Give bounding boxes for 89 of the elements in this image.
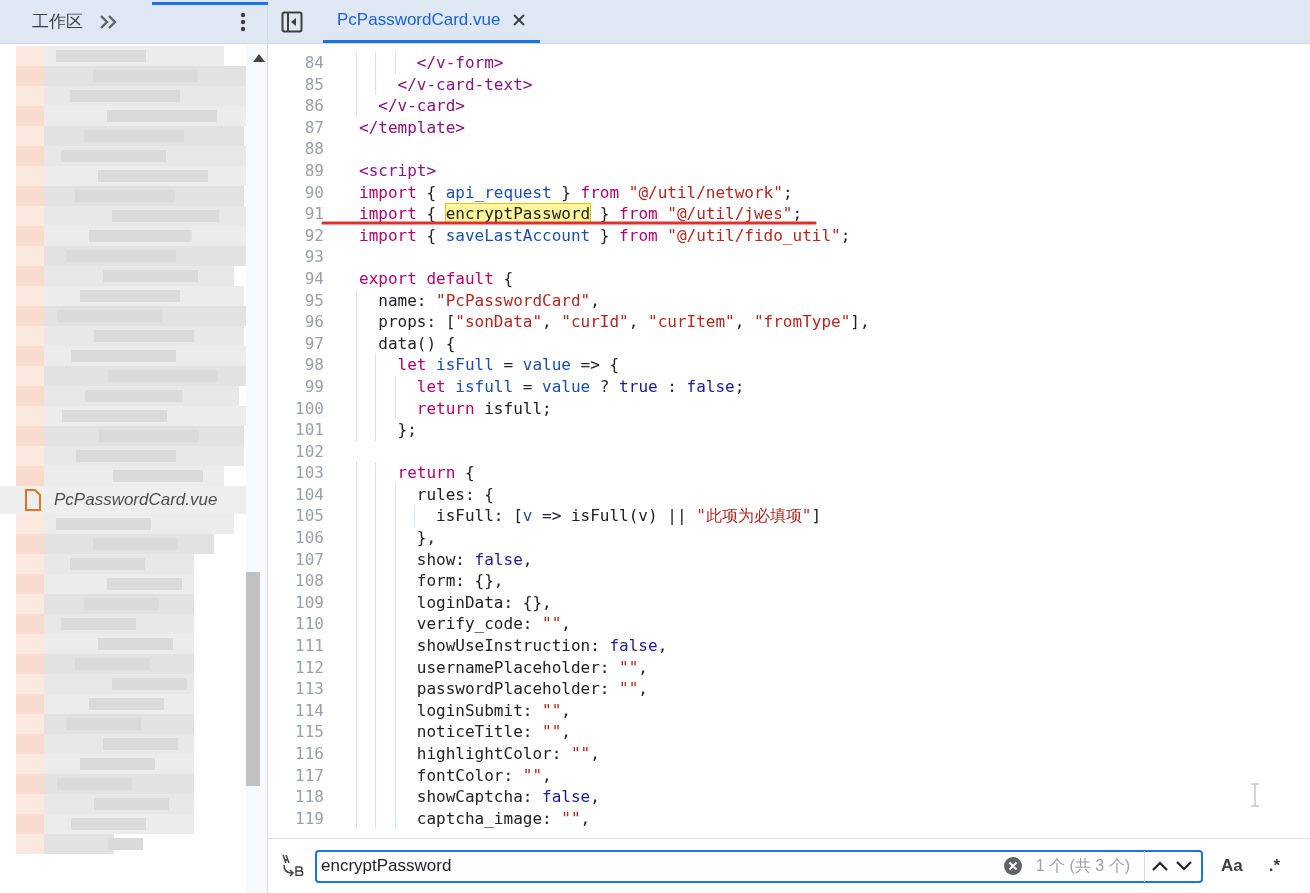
find-field[interactable]: encryptPassword 1 个 (共 3 个) bbox=[315, 849, 1203, 883]
line-number: 107 bbox=[294, 548, 324, 571]
close-icon[interactable] bbox=[512, 12, 527, 27]
line-number: 115 bbox=[294, 721, 324, 743]
code-line: export default { bbox=[359, 268, 514, 288]
line-number: 93 bbox=[303, 246, 324, 268]
code-line: form: {}, bbox=[415, 571, 504, 591]
line-number: 106 bbox=[294, 527, 324, 549]
code-line: data() { bbox=[377, 333, 456, 353]
code-line: isFull: [v => isFull(v) || "此项为必填项"] bbox=[435, 506, 822, 526]
code-line: return { bbox=[396, 463, 475, 483]
code-line: showCaptcha: false, bbox=[415, 787, 600, 807]
line-number: 102 bbox=[294, 440, 324, 463]
code-line: <script> bbox=[359, 160, 437, 180]
code-line: import { api_request } from "@/util/network"; bbox=[359, 182, 793, 202]
more-tabs-icon[interactable] bbox=[99, 13, 119, 30]
line-number: 104 bbox=[294, 483, 324, 506]
code-line: rules: { bbox=[415, 484, 494, 504]
line-number: 117 bbox=[294, 764, 324, 787]
line-number: 96 bbox=[303, 311, 324, 333]
code-line: props: ["sonData", "curId", "curItem", "fromType"], bbox=[377, 312, 870, 332]
line-number: 98 bbox=[303, 354, 324, 376]
line-number: 105 bbox=[294, 505, 324, 528]
find-input[interactable]: encryptPassword bbox=[321, 853, 1004, 879]
code-line: </template> bbox=[359, 117, 465, 137]
line-number: 116 bbox=[294, 743, 324, 765]
line-number: 92 bbox=[303, 224, 324, 247]
line-number: 118 bbox=[294, 786, 324, 808]
line-number: 110 bbox=[294, 613, 324, 636]
code-line: loginSubmit: "", bbox=[415, 700, 571, 720]
match-case-button[interactable]: Aa bbox=[1217, 853, 1247, 879]
regex-button[interactable]: .* bbox=[1264, 853, 1285, 879]
line-number: 109 bbox=[294, 591, 324, 614]
line-number: 97 bbox=[303, 332, 324, 355]
line-number: 88 bbox=[303, 138, 324, 160]
line-number: 86 bbox=[303, 95, 324, 117]
line-number: 91 bbox=[303, 203, 324, 225]
clear-icon[interactable] bbox=[1003, 857, 1022, 875]
toggle-sidebar-icon[interactable] bbox=[281, 11, 303, 33]
line-number: 103 bbox=[294, 462, 324, 484]
code-line: loginData: {}, bbox=[415, 592, 552, 612]
file-icon bbox=[24, 489, 42, 511]
next-match-icon[interactable] bbox=[1175, 860, 1193, 872]
code-line: </v-card-text> bbox=[396, 74, 533, 94]
replace-toggle-icon[interactable] bbox=[279, 853, 305, 879]
line-number: 119 bbox=[294, 807, 324, 830]
code-line: noticeTitle: "", bbox=[415, 722, 571, 742]
code-line: }; bbox=[396, 420, 417, 440]
previous-match-icon[interactable] bbox=[1151, 860, 1169, 872]
line-number: 95 bbox=[303, 289, 324, 312]
line-number: 111 bbox=[294, 635, 324, 657]
code-line: name: "PcPasswordCard", bbox=[377, 290, 600, 310]
code-line: show: false, bbox=[415, 549, 533, 569]
code-line: import { saveLastAccount } from "@/util/fido_util"; bbox=[359, 225, 851, 245]
line-number: 87 bbox=[303, 116, 324, 139]
code-line: fontColor: "", bbox=[415, 765, 552, 785]
code-line: passwordPlaceholder: "", bbox=[415, 679, 648, 699]
line-number: 112 bbox=[294, 656, 324, 679]
code-line: captcha_image: "", bbox=[415, 808, 591, 828]
more-options-icon[interactable] bbox=[240, 11, 246, 32]
code-line: return isfull; bbox=[415, 398, 552, 418]
code-line: showUseInstruction: false, bbox=[415, 636, 668, 656]
line-number: 113 bbox=[294, 678, 324, 700]
code-line: highlightColor: "", bbox=[415, 744, 600, 763]
code-line: usernamePlaceholder: "", bbox=[415, 657, 648, 677]
code-line: verify_code: "", bbox=[415, 614, 571, 634]
line-number: 85 bbox=[303, 73, 324, 96]
code-line: }, bbox=[415, 528, 437, 548]
line-number: 94 bbox=[303, 267, 324, 290]
code-line: let isfull = value ? true : false; bbox=[415, 376, 745, 396]
line-number: 108 bbox=[294, 570, 324, 592]
line-number: 89 bbox=[303, 159, 324, 182]
line-number: 114 bbox=[294, 699, 324, 722]
code-line: import { encryptPassword } from "@/util/jwes"; bbox=[359, 204, 803, 224]
text-cursor-icon bbox=[1250, 783, 1260, 807]
code-line: let isFull = value => { bbox=[396, 355, 620, 375]
scrollbar[interactable] bbox=[246, 44, 267, 893]
line-number: 99 bbox=[303, 375, 324, 398]
workspace-tab[interactable]: 工作区 bbox=[32, 8, 83, 35]
file-tree-item[interactable]: PcPasswordCard.vue bbox=[0, 486, 246, 514]
code-line: </v-card> bbox=[377, 96, 465, 116]
scrollbar-thumb[interactable] bbox=[246, 572, 260, 786]
code-line: </v-form> bbox=[415, 53, 504, 72]
line-number: 90 bbox=[303, 181, 324, 204]
line-number: 101 bbox=[294, 419, 324, 441]
match-count: 1 个 (共 3 个) bbox=[1035, 856, 1130, 876]
line-number: 100 bbox=[294, 397, 324, 420]
scroll-up-icon[interactable] bbox=[253, 54, 265, 62]
line-number: 84 bbox=[303, 52, 324, 74]
